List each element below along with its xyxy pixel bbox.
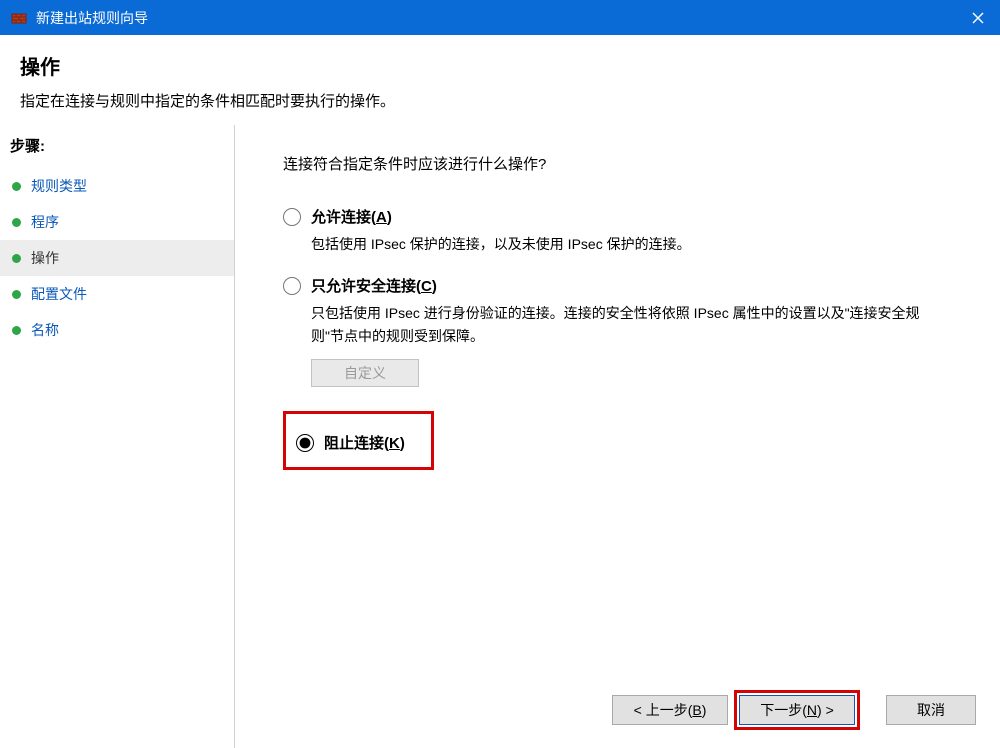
titlebar: 新建出站规则向导	[0, 0, 1000, 35]
steps-heading: 步骤:	[0, 131, 234, 160]
step-label: 规则类型	[31, 176, 87, 196]
option-secure-block: 只允许安全连接(C) 只包括使用 IPsec 进行身份验证的连接。连接的安全性将…	[283, 275, 970, 387]
step-label: 名称	[31, 320, 59, 340]
steps-list: 规则类型 程序 操作 配置文件 名称	[0, 168, 234, 348]
bullet-icon	[12, 326, 21, 335]
customize-button: 自定义	[311, 359, 419, 387]
step-label: 操作	[31, 248, 59, 268]
option-block-highlight: 阻止连接(K)	[283, 411, 434, 470]
options-area: 允许连接(A) 包括使用 IPsec 保护的连接，以及未使用 IPsec 保护的…	[283, 202, 970, 490]
step-label: 程序	[31, 212, 59, 232]
option-allow-label: 允许连接(A)	[311, 206, 392, 227]
back-button[interactable]: < 上一步(B)	[612, 695, 728, 725]
step-program[interactable]: 程序	[0, 204, 234, 240]
footer-buttons: < 上一步(B) 下一步(N) > 取消	[612, 690, 976, 730]
option-secure-row[interactable]: 只允许安全连接(C)	[283, 275, 970, 296]
next-button[interactable]: 下一步(N) >	[739, 695, 855, 725]
window-title: 新建出站规则向导	[36, 8, 148, 28]
bullet-icon	[12, 254, 21, 263]
main-panel: 连接符合指定条件时应该进行什么操作? 允许连接(A) 包括使用 IPsec 保护…	[235, 125, 1000, 748]
step-label: 配置文件	[31, 284, 87, 304]
option-allow-desc: 包括使用 IPsec 保护的连接，以及未使用 IPsec 保护的连接。	[311, 233, 931, 255]
cancel-button[interactable]: 取消	[886, 695, 976, 725]
page-subtitle: 指定在连接与规则中指定的条件相匹配时要执行的操作。	[20, 90, 980, 111]
header-area: 操作 指定在连接与规则中指定的条件相匹配时要执行的操作。	[0, 35, 1000, 125]
option-allow-block: 允许连接(A) 包括使用 IPsec 保护的连接，以及未使用 IPsec 保护的…	[283, 206, 970, 255]
radio-allow[interactable]	[283, 208, 301, 226]
option-block-row[interactable]: 阻止连接(K)	[296, 432, 405, 453]
close-icon	[972, 12, 984, 24]
option-secure-desc: 只包括使用 IPsec 进行身份验证的连接。连接的安全性将依照 IPsec 属性…	[311, 302, 931, 347]
step-profile[interactable]: 配置文件	[0, 276, 234, 312]
bullet-icon	[12, 218, 21, 227]
firewall-icon	[10, 9, 28, 27]
option-block-label: 阻止连接(K)	[324, 432, 405, 453]
body-area: 步骤: 规则类型 程序 操作 配置文件	[0, 125, 1000, 748]
option-allow-row[interactable]: 允许连接(A)	[283, 206, 970, 227]
option-secure-label: 只允许安全连接(C)	[311, 275, 437, 296]
radio-secure[interactable]	[283, 277, 301, 295]
steps-sidebar: 步骤: 规则类型 程序 操作 配置文件	[0, 125, 235, 748]
step-action[interactable]: 操作	[0, 240, 234, 276]
step-rule-type[interactable]: 规则类型	[0, 168, 234, 204]
step-name[interactable]: 名称	[0, 312, 234, 348]
page-title: 操作	[20, 51, 980, 80]
customize-wrap: 自定义	[311, 359, 970, 387]
next-button-highlight: 下一步(N) >	[734, 690, 860, 730]
radio-block[interactable]	[296, 434, 314, 452]
action-question: 连接符合指定条件时应该进行什么操作?	[283, 153, 970, 174]
close-button[interactable]	[955, 0, 1000, 35]
wizard-window: 新建出站规则向导 操作 指定在连接与规则中指定的条件相匹配时要执行的操作。 步骤…	[0, 0, 1000, 748]
bullet-icon	[12, 182, 21, 191]
bullet-icon	[12, 290, 21, 299]
